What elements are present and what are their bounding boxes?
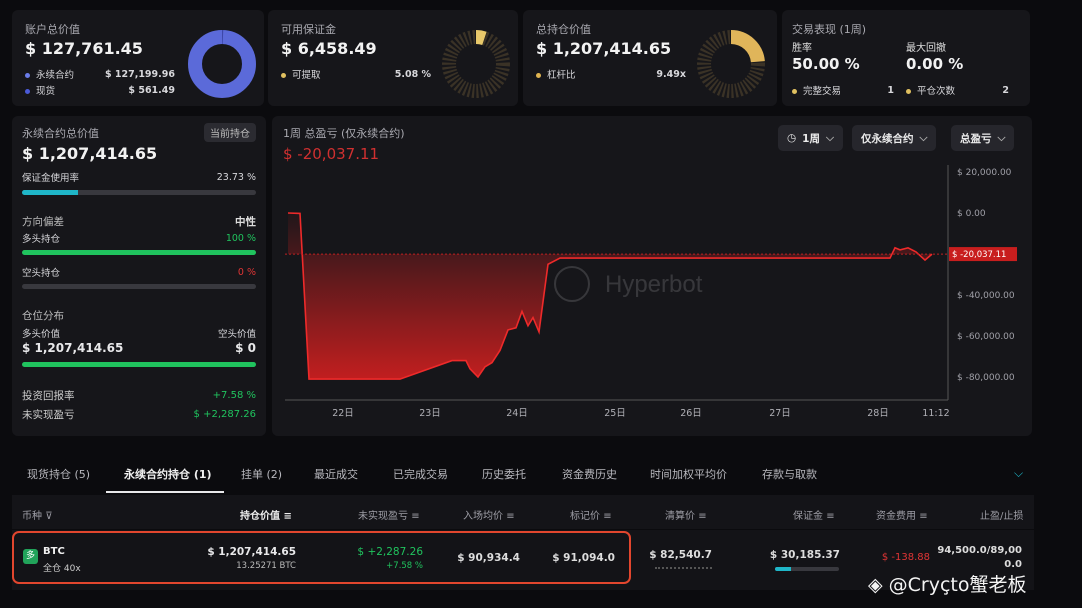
sort-icon: ≡ — [826, 511, 835, 522]
tab-2[interactable]: 挂单 (2) — [241, 466, 282, 482]
active-tab-underline — [106, 491, 224, 493]
y-tick-label: $ -80,000.00 — [957, 373, 1015, 383]
sort-icon: ≡ — [603, 511, 612, 522]
filter-icon[interactable]: ⊽ — [45, 511, 52, 522]
header-tpsl: 止盈/止损 — [980, 511, 1024, 522]
header-coin[interactable]: 币种 ⊽ — [22, 507, 53, 522]
sort-icon: ≡ — [919, 511, 928, 522]
tab-6[interactable]: 资金费历史 — [562, 466, 617, 482]
header-position-value[interactable]: 持仓价值 ≡ — [240, 507, 292, 522]
y-tick-label: $ -40,000.00 — [957, 291, 1015, 301]
coin-name[interactable]: BTC — [43, 546, 65, 557]
margin-ratio-fill — [775, 567, 791, 571]
x-tick-label: 22日 — [332, 408, 354, 419]
tab-5[interactable]: 历史委托 — [482, 466, 526, 482]
liquidation-price: $ 82,540.7 — [649, 549, 712, 561]
upnl-value: $ +2,287.26 — [357, 546, 423, 558]
position-size: 13.25271 BTC — [236, 561, 296, 571]
funding-fee: $ -138.88 — [881, 552, 930, 563]
tab-3[interactable]: 最近成交 — [314, 466, 358, 482]
margin-value: $ 30,185.37 — [769, 549, 840, 561]
dashboard: 账户总价值 $ 127,761.45 永续合约 $ 127,199.96 现货 $ … — [0, 0, 1082, 608]
tab-8[interactable]: 存款与取款 — [762, 466, 817, 482]
header-funding[interactable]: 资金费用 ≡ — [876, 507, 928, 522]
tpsl-value[interactable]: 94,500.0/89,000.0 — [936, 544, 1022, 572]
tab-0[interactable]: 现货持仓 (5) — [27, 466, 90, 482]
footer-watermark: ◈ @Cryçto蟹老板 — [868, 574, 1027, 596]
x-tick-label: 25日 — [604, 408, 626, 419]
current-value-tag-text: $ -20,037.11 — [952, 250, 1006, 260]
header-liq[interactable]: 清算价 ≡ — [665, 507, 707, 522]
expand-chevron-icon[interactable]: ⌵ — [1014, 466, 1023, 481]
sort-icon: ≡ — [283, 511, 292, 522]
y-tick-label: $ -60,000.00 — [957, 332, 1015, 342]
liq-distance-indicator — [655, 567, 712, 569]
tab-7[interactable]: 时间加权平均价 — [650, 466, 727, 482]
x-tick-label: 24日 — [506, 408, 528, 419]
header-mark[interactable]: 标记价 ≡ — [570, 507, 612, 522]
y-tick-label: $ 0.00 — [957, 209, 986, 219]
long-badge-icon: 多 — [23, 549, 38, 564]
tab-1[interactable]: 永续合约持仓 (1) — [124, 466, 212, 482]
entry-price: $ 90,934.4 — [457, 552, 520, 564]
x-tick-label: 28日 — [867, 408, 889, 419]
header-entry[interactable]: 入场均价 ≡ — [463, 507, 515, 522]
tab-4[interactable]: 已完成交易 — [393, 466, 448, 482]
position-value: $ 1,207,414.65 — [207, 546, 296, 558]
hyperbot-logo-icon — [554, 266, 590, 302]
x-tick-label: 11:12 — [922, 408, 949, 419]
x-tick-label: 26日 — [680, 408, 702, 419]
upnl-percent: +7.58 % — [386, 561, 423, 571]
sort-icon: ≡ — [411, 511, 420, 522]
sort-icon: ≡ — [698, 511, 707, 522]
x-tick-label: 23日 — [419, 408, 441, 419]
header-margin[interactable]: 保证金 ≡ — [793, 507, 835, 522]
watermark-text: Hyperbot — [605, 271, 703, 298]
margin-ratio-bar — [775, 567, 839, 571]
x-tick-label: 27日 — [769, 408, 791, 419]
y-tick-label: $ 20,000.00 — [957, 168, 1012, 178]
header-upnl[interactable]: 未实现盈亏 ≡ — [358, 507, 420, 522]
margin-mode: 全仓 40x — [43, 564, 81, 574]
sort-icon: ≡ — [506, 511, 515, 522]
hyperbot-watermark: Hyperbot — [554, 266, 703, 302]
mark-price: $ 91,094.0 — [552, 552, 615, 564]
